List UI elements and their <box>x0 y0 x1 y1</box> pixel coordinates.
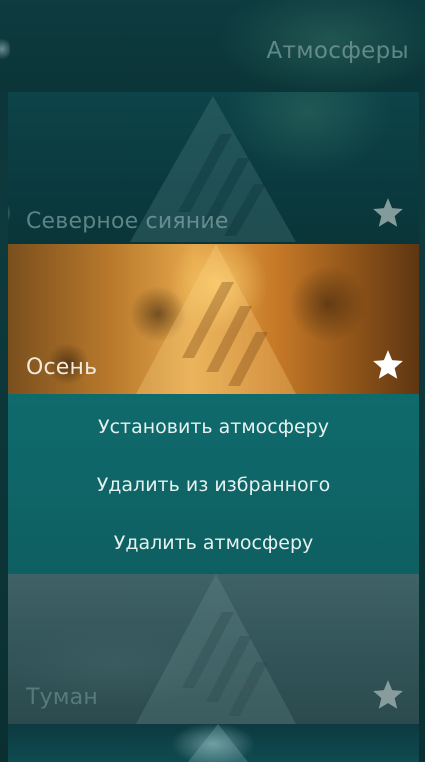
ambience-card-northern-lights[interactable]: Северное сияние <box>8 92 419 244</box>
ambience-name: Туман <box>26 685 98 710</box>
page-title: Атмосферы <box>266 38 409 64</box>
ambience-logo-icon <box>136 574 296 724</box>
ambience-name: Северное сияние <box>26 209 229 234</box>
pulley-menu-indicator <box>0 36 10 62</box>
ambience-gallery-screen: Атмосферы Северное сияние Осень Установи… <box>0 0 425 762</box>
star-icon[interactable] <box>371 196 405 230</box>
ambience-card-next[interactable] <box>8 724 419 762</box>
menu-item-delete-ambience[interactable]: Удалить атмосферу <box>8 528 419 558</box>
menu-item-remove-from-favorites[interactable]: Удалить из избранного <box>8 470 419 500</box>
star-icon[interactable] <box>371 348 405 382</box>
ambience-logo-icon <box>188 724 248 762</box>
star-icon[interactable] <box>371 678 405 712</box>
page-header: Атмосферы <box>0 0 425 92</box>
menu-item-set-ambience[interactable]: Установить атмосферу <box>8 412 419 442</box>
ambience-card-fog[interactable]: Туман <box>8 574 419 724</box>
glow-decoration <box>8 200 10 226</box>
context-menu: Установить атмосферу Удалить из избранно… <box>8 394 419 574</box>
ambience-name: Осень <box>26 355 98 380</box>
ambience-logo-icon <box>136 244 296 394</box>
ambience-card-autumn[interactable]: Осень <box>8 244 419 394</box>
